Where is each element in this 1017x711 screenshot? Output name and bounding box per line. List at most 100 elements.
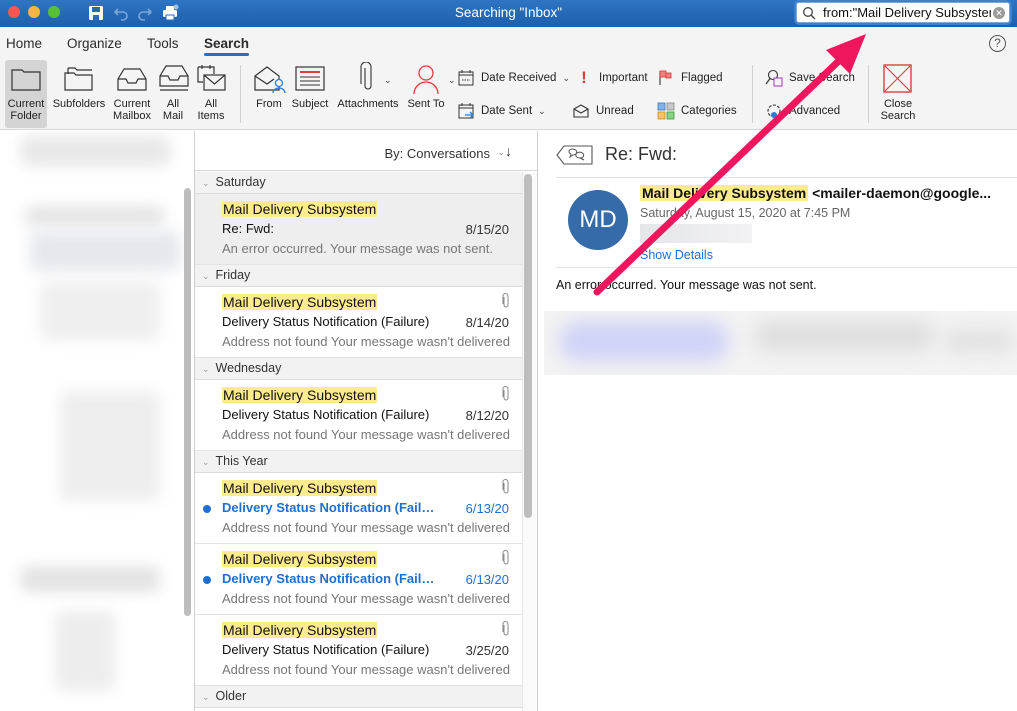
search-input[interactable]: from:"Mail Delivery Subsystem" ✕ — [796, 2, 1010, 23]
attachments-dropdown-icon[interactable]: ⌄ — [384, 75, 392, 86]
group-header-saturday[interactable]: ⌄ Saturday — [195, 172, 522, 194]
sender-avatar: MD — [568, 190, 628, 250]
show-details-link[interactable]: Show Details — [640, 248, 713, 262]
chevron-down-icon: ⌄ — [202, 178, 210, 188]
subject-button[interactable]: Subject — [290, 60, 330, 128]
folder-pane-scrollbar[interactable] — [184, 188, 191, 616]
inbox-tray-icon — [117, 68, 147, 91]
sent-to-button[interactable]: Sent To — [405, 60, 447, 128]
message-item[interactable]: Mail Delivery Subsystem Delivery Status … — [195, 380, 522, 451]
current-mailbox-label-1: Current — [113, 98, 151, 110]
sent-to-dropdown-icon[interactable]: ⌄ — [448, 75, 456, 86]
help-icon[interactable]: ? — [989, 35, 1006, 52]
exclamation-icon: ! — [581, 68, 587, 87]
sender-email[interactable]: <mailer-daemon@google... — [812, 185, 991, 201]
sender-line[interactable]: Mail Delivery Subsystem <mailer-daemon@g… — [640, 185, 991, 201]
tab-home[interactable]: Home — [6, 36, 42, 51]
attachment-icon — [502, 479, 509, 494]
sort-direction-arrow-icon[interactable]: ↓ — [505, 143, 512, 159]
search-query[interactable]: from:"Mail Delivery Subsystem" — [823, 5, 991, 20]
message-sender: Mail Delivery Subsystem — [222, 622, 378, 638]
sort-by-dropdown[interactable]: By: Conversations — [385, 146, 491, 161]
message-preview: Address not found Your message wasn't de… — [222, 591, 510, 606]
advanced-gear-icon — [767, 104, 781, 118]
message-sender: Mail Delivery Subsystem — [222, 480, 378, 496]
all-mail-icon — [159, 65, 189, 91]
chevron-down-icon[interactable]: ⌄ — [497, 147, 505, 158]
message-subject: Delivery Status Notification (Failure) — [222, 500, 442, 515]
message-sender: Mail Delivery Subsystem — [222, 551, 378, 567]
from-envelope-icon — [254, 66, 286, 94]
all-items-button[interactable]: All Items — [194, 60, 228, 128]
attachment-icon — [502, 386, 509, 401]
date-received-button[interactable]: Date Received ⌄ — [457, 67, 570, 89]
subject-icon — [295, 66, 325, 91]
group-label: Friday — [215, 268, 251, 282]
flag-icon — [659, 70, 672, 85]
message-subject: Delivery Status Notification (Failure) — [222, 642, 430, 657]
subfolders-button[interactable]: Subfolders — [51, 60, 107, 128]
important-button[interactable]: ! Important — [575, 67, 648, 89]
chevron-down-icon: ⌄ — [202, 364, 210, 374]
conversation-icon[interactable] — [556, 145, 594, 165]
date-sent-button[interactable]: Date Sent ⌄ — [457, 100, 546, 122]
message-datetime: Saturday, August 15, 2020 at 7:45 PM — [640, 206, 851, 220]
message-date: 3/25/20 — [465, 643, 509, 658]
divider — [556, 267, 1017, 268]
attachment-icon — [502, 293, 509, 308]
save-search-icon — [765, 69, 783, 87]
message-preview: Address not found Your message wasn't de… — [222, 334, 510, 349]
all-items-label-1: All — [204, 98, 218, 110]
message-item[interactable]: Mail Delivery Subsystem Delivery Status … — [195, 615, 522, 686]
group-header-friday[interactable]: ⌄ Friday — [195, 265, 522, 287]
date-sent-label: Date Sent — [481, 105, 533, 117]
message-item[interactable]: Mail Delivery Subsystem Delivery Status … — [195, 544, 522, 615]
message-item[interactable]: Mail Delivery Subsystem Delivery Status … — [195, 287, 522, 358]
attachments-button[interactable]: Attachments — [335, 60, 401, 128]
unread-button[interactable]: Unread — [572, 100, 634, 122]
search-icon — [803, 7, 816, 20]
current-folder-label-1: Current — [7, 98, 45, 110]
all-mail-button[interactable]: All Mail — [157, 60, 189, 128]
redacted-body-content — [544, 311, 1017, 375]
calendar-sent-icon — [458, 103, 474, 119]
current-mailbox-label-2: Mailbox — [113, 110, 151, 122]
sender-name[interactable]: Mail Delivery Subsystem — [640, 185, 809, 201]
advanced-button[interactable]: Advanced — [765, 100, 840, 122]
message-item[interactable]: Mail Delivery Subsystem Delivery Status … — [195, 473, 522, 544]
categories-button[interactable]: Categories — [657, 100, 737, 122]
group-header-older[interactable]: ⌄ Older — [195, 686, 522, 708]
unread-dot-icon — [203, 505, 211, 513]
message-sender: Mail Delivery Subsystem — [222, 387, 378, 403]
message-list: By: Conversations ⌄ ↓ ⌄ Saturday Mail Del… — [195, 131, 538, 711]
open-envelope-icon — [573, 104, 589, 118]
message-subject: Delivery Status Notification (Failure) — [222, 314, 430, 329]
close-search-button[interactable]: Close Search — [877, 60, 919, 128]
unread-dot-icon — [203, 576, 211, 584]
all-mail-label-2: Mail — [162, 110, 184, 122]
clear-search-icon[interactable]: ✕ — [993, 7, 1005, 19]
sort-bar: By: Conversations ⌄ ↓ — [195, 131, 537, 171]
group-header-wednesday[interactable]: ⌄ Wednesday — [195, 358, 522, 380]
group-header-this-year[interactable]: ⌄ This Year — [195, 451, 522, 473]
ribbon-divider — [240, 65, 241, 123]
redacted-recipient — [640, 224, 752, 243]
attachments-label: Attachments — [337, 98, 399, 110]
current-folder-button[interactable]: Current Folder — [5, 60, 47, 128]
ribbon-divider — [752, 65, 753, 123]
message-list-scrollbar[interactable] — [524, 174, 532, 518]
chevron-down-icon: ⌄ — [202, 271, 210, 281]
folder-pane[interactable] — [0, 131, 195, 711]
message-item[interactable]: Mail Delivery Subsystem Re: Fwd: 8/15/20… — [195, 194, 522, 265]
message-date: 6/13/20 — [465, 572, 509, 587]
save-search-button[interactable]: Save Search — [765, 67, 855, 89]
tab-tools[interactable]: Tools — [147, 36, 179, 51]
message-date: 6/13/20 — [465, 501, 509, 516]
flagged-button[interactable]: Flagged — [657, 67, 723, 89]
tab-organize[interactable]: Organize — [67, 36, 122, 51]
chevron-down-icon: ⌄ — [562, 72, 570, 83]
important-label: Important — [599, 72, 648, 84]
tab-search[interactable]: Search — [204, 36, 250, 56]
current-mailbox-button[interactable]: Current Mailbox — [111, 60, 153, 128]
from-button[interactable]: From — [252, 60, 286, 128]
